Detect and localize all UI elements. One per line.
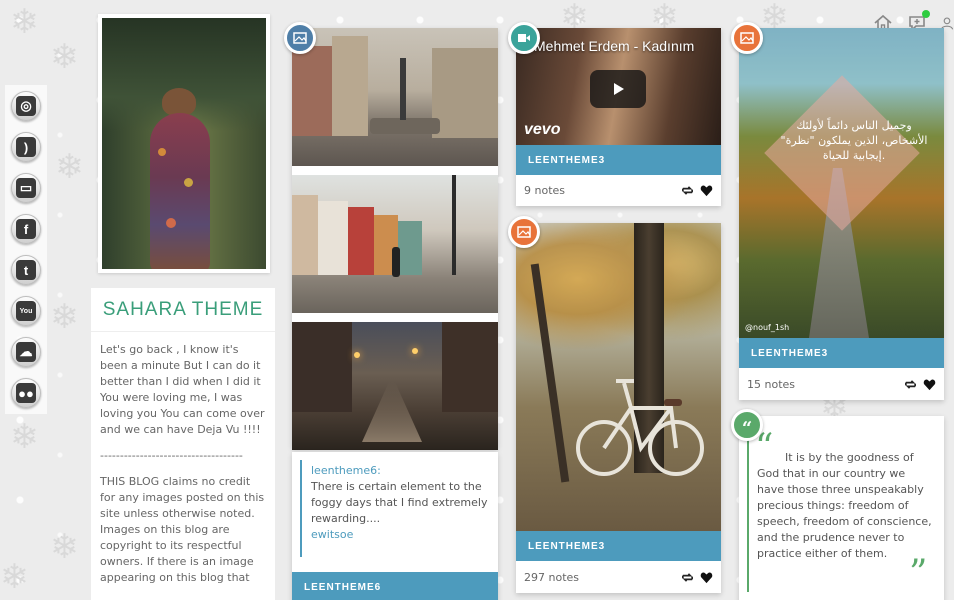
snowflake-decoration: ❄ bbox=[10, 2, 39, 42]
social-link-soundcloud[interactable]: ☁ bbox=[11, 337, 41, 367]
social-link-flickr[interactable]: ●● bbox=[11, 378, 41, 408]
quote-post[interactable]: “ ” It is by the goodness of God that in… bbox=[739, 416, 944, 600]
profile-photo bbox=[98, 14, 270, 273]
blog-title: SAHARA THEME bbox=[91, 288, 275, 332]
photo-post-icon bbox=[284, 22, 316, 54]
social-link-twitter[interactable]: t bbox=[11, 255, 41, 285]
blog-description: Let's go back , I know it's been a minut… bbox=[91, 332, 275, 600]
monitor-icon: ▭ bbox=[16, 178, 36, 198]
social-link-rss[interactable]: ) bbox=[11, 132, 41, 162]
post-author-bar[interactable]: LEENTHEME6 bbox=[292, 572, 498, 600]
social-link-facebook[interactable]: f bbox=[11, 214, 41, 244]
photo-post-icon bbox=[508, 216, 540, 248]
flickr-icon: ●● bbox=[16, 383, 36, 403]
disclaimer-paragraph: THIS BLOG claims no credit for any image… bbox=[100, 475, 265, 584]
snowflake-decoration: ❄ bbox=[10, 417, 39, 457]
rss-icon: ) bbox=[16, 137, 36, 157]
social-link-monitor[interactable]: ▭ bbox=[11, 173, 41, 203]
reblog-author[interactable]: leentheme6: bbox=[311, 463, 498, 479]
notes-count[interactable]: 15 notes bbox=[747, 378, 795, 391]
description-divider: ------------------------------------ bbox=[100, 449, 243, 462]
quote-post-icon: “ bbox=[731, 409, 763, 441]
snowflake-decoration: ❄ bbox=[50, 37, 79, 77]
post-author-bar[interactable]: LEENTHEME3 bbox=[516, 145, 721, 175]
snowflake-decoration: ❄ bbox=[55, 147, 84, 187]
like-heart-icon[interactable] bbox=[923, 378, 936, 391]
video-player[interactable]: Mehmet Erdem - Kadınım vevo bbox=[516, 28, 721, 145]
reblog-icon[interactable] bbox=[681, 571, 694, 584]
snowflake-decoration: ❄ bbox=[50, 297, 79, 337]
video-post-icon bbox=[508, 22, 540, 54]
snowflake-decoration: ❄ bbox=[50, 527, 79, 567]
notes-count[interactable]: 297 notes bbox=[524, 571, 579, 584]
post-author-bar[interactable]: LEENTHEME3 bbox=[739, 338, 944, 368]
photo-mountain-road[interactable]: وجميل الناس دائماً لأولئك الأشخاص، الذين… bbox=[739, 28, 944, 338]
photo-post-icon bbox=[731, 22, 763, 54]
photo-bicycle-autumn[interactable] bbox=[516, 223, 721, 531]
soundcloud-icon: ☁ bbox=[16, 342, 36, 362]
like-heart-icon[interactable] bbox=[700, 571, 713, 584]
photo-post-road[interactable]: وجميل الناس دائماً لأولئك الأشخاص، الذين… bbox=[739, 28, 944, 400]
notes-count[interactable]: 9 notes bbox=[524, 184, 565, 197]
reblog-icon[interactable] bbox=[681, 184, 694, 197]
youtube-icon: You bbox=[16, 301, 36, 321]
twitter-icon: t bbox=[16, 260, 36, 280]
description-paragraph: Let's go back , I know it's been a minut… bbox=[100, 343, 265, 436]
video-title[interactable]: Mehmet Erdem - Kadınım bbox=[534, 38, 694, 54]
photo-post-bicycle[interactable]: LEENTHEME3 297 notes bbox=[516, 223, 721, 593]
photo-street-houses[interactable] bbox=[292, 175, 498, 313]
blog-description-panel: SAHARA THEME Let's go back , I know it's… bbox=[91, 288, 275, 600]
play-button[interactable] bbox=[590, 70, 646, 108]
vevo-logo: vevo bbox=[524, 121, 561, 138]
snowflake-decoration: ❄ bbox=[0, 557, 29, 597]
instagram-icon: ◎ bbox=[16, 96, 36, 116]
online-status-indicator bbox=[922, 10, 930, 18]
social-link-instagram[interactable]: ◎ bbox=[11, 91, 41, 121]
like-heart-icon[interactable] bbox=[700, 184, 713, 197]
photoset-post[interactable] bbox=[292, 28, 498, 450]
facebook-icon: f bbox=[16, 219, 36, 239]
text-post-signature: ewitsoe bbox=[311, 528, 354, 541]
text-post-body: There is certain element to the foggy da… bbox=[311, 480, 488, 525]
video-post[interactable]: Mehmet Erdem - Kadınım vevo LEENTHEME3 9… bbox=[516, 28, 721, 206]
reblog-icon[interactable] bbox=[904, 378, 917, 391]
image-watermark: @nouf_1sh bbox=[745, 323, 790, 332]
post-author-bar[interactable]: LEENTHEME3 bbox=[516, 531, 721, 561]
arabic-quote-overlay: وجميل الناس دائماً لأولئك الأشخاص، الذين… bbox=[780, 119, 928, 162]
social-links-sidebar: ◎) ▭ f t You ☁ ●● bbox=[5, 85, 47, 414]
quote-text: It is by the goodness of God that in our… bbox=[757, 451, 932, 560]
photo-night-cobblestone[interactable] bbox=[292, 322, 498, 450]
social-link-youtube[interactable]: You bbox=[11, 296, 41, 326]
photo-fountain-square[interactable] bbox=[292, 28, 498, 166]
text-post[interactable]: leentheme6: There is certain element to … bbox=[292, 452, 498, 600]
